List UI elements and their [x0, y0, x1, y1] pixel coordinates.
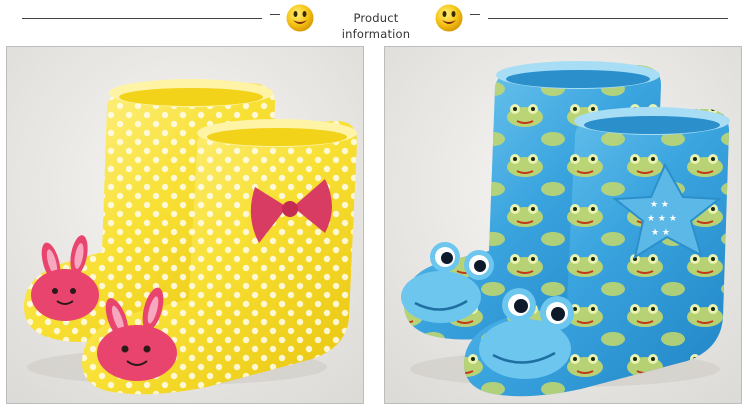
svg-text:★ ★: ★ ★: [650, 200, 669, 210]
product-photo-blue-boots: ★ ★ ★ ★ ★ ★ ★: [384, 46, 742, 404]
left-divider-tick: [270, 14, 280, 15]
header: Product information: [0, 0, 750, 41]
right-divider-tick: [470, 14, 480, 15]
left-divider-line: [22, 18, 262, 19]
product-photo-yellow-boots: [6, 46, 364, 404]
right-divider-line: [488, 18, 728, 19]
smiley-icon: [285, 3, 315, 33]
smiley-icon: [434, 3, 464, 33]
section-title: Product information: [341, 11, 411, 41]
svg-text:★ ★: ★ ★: [651, 228, 670, 238]
svg-text:★ ★ ★: ★ ★ ★: [647, 214, 677, 224]
